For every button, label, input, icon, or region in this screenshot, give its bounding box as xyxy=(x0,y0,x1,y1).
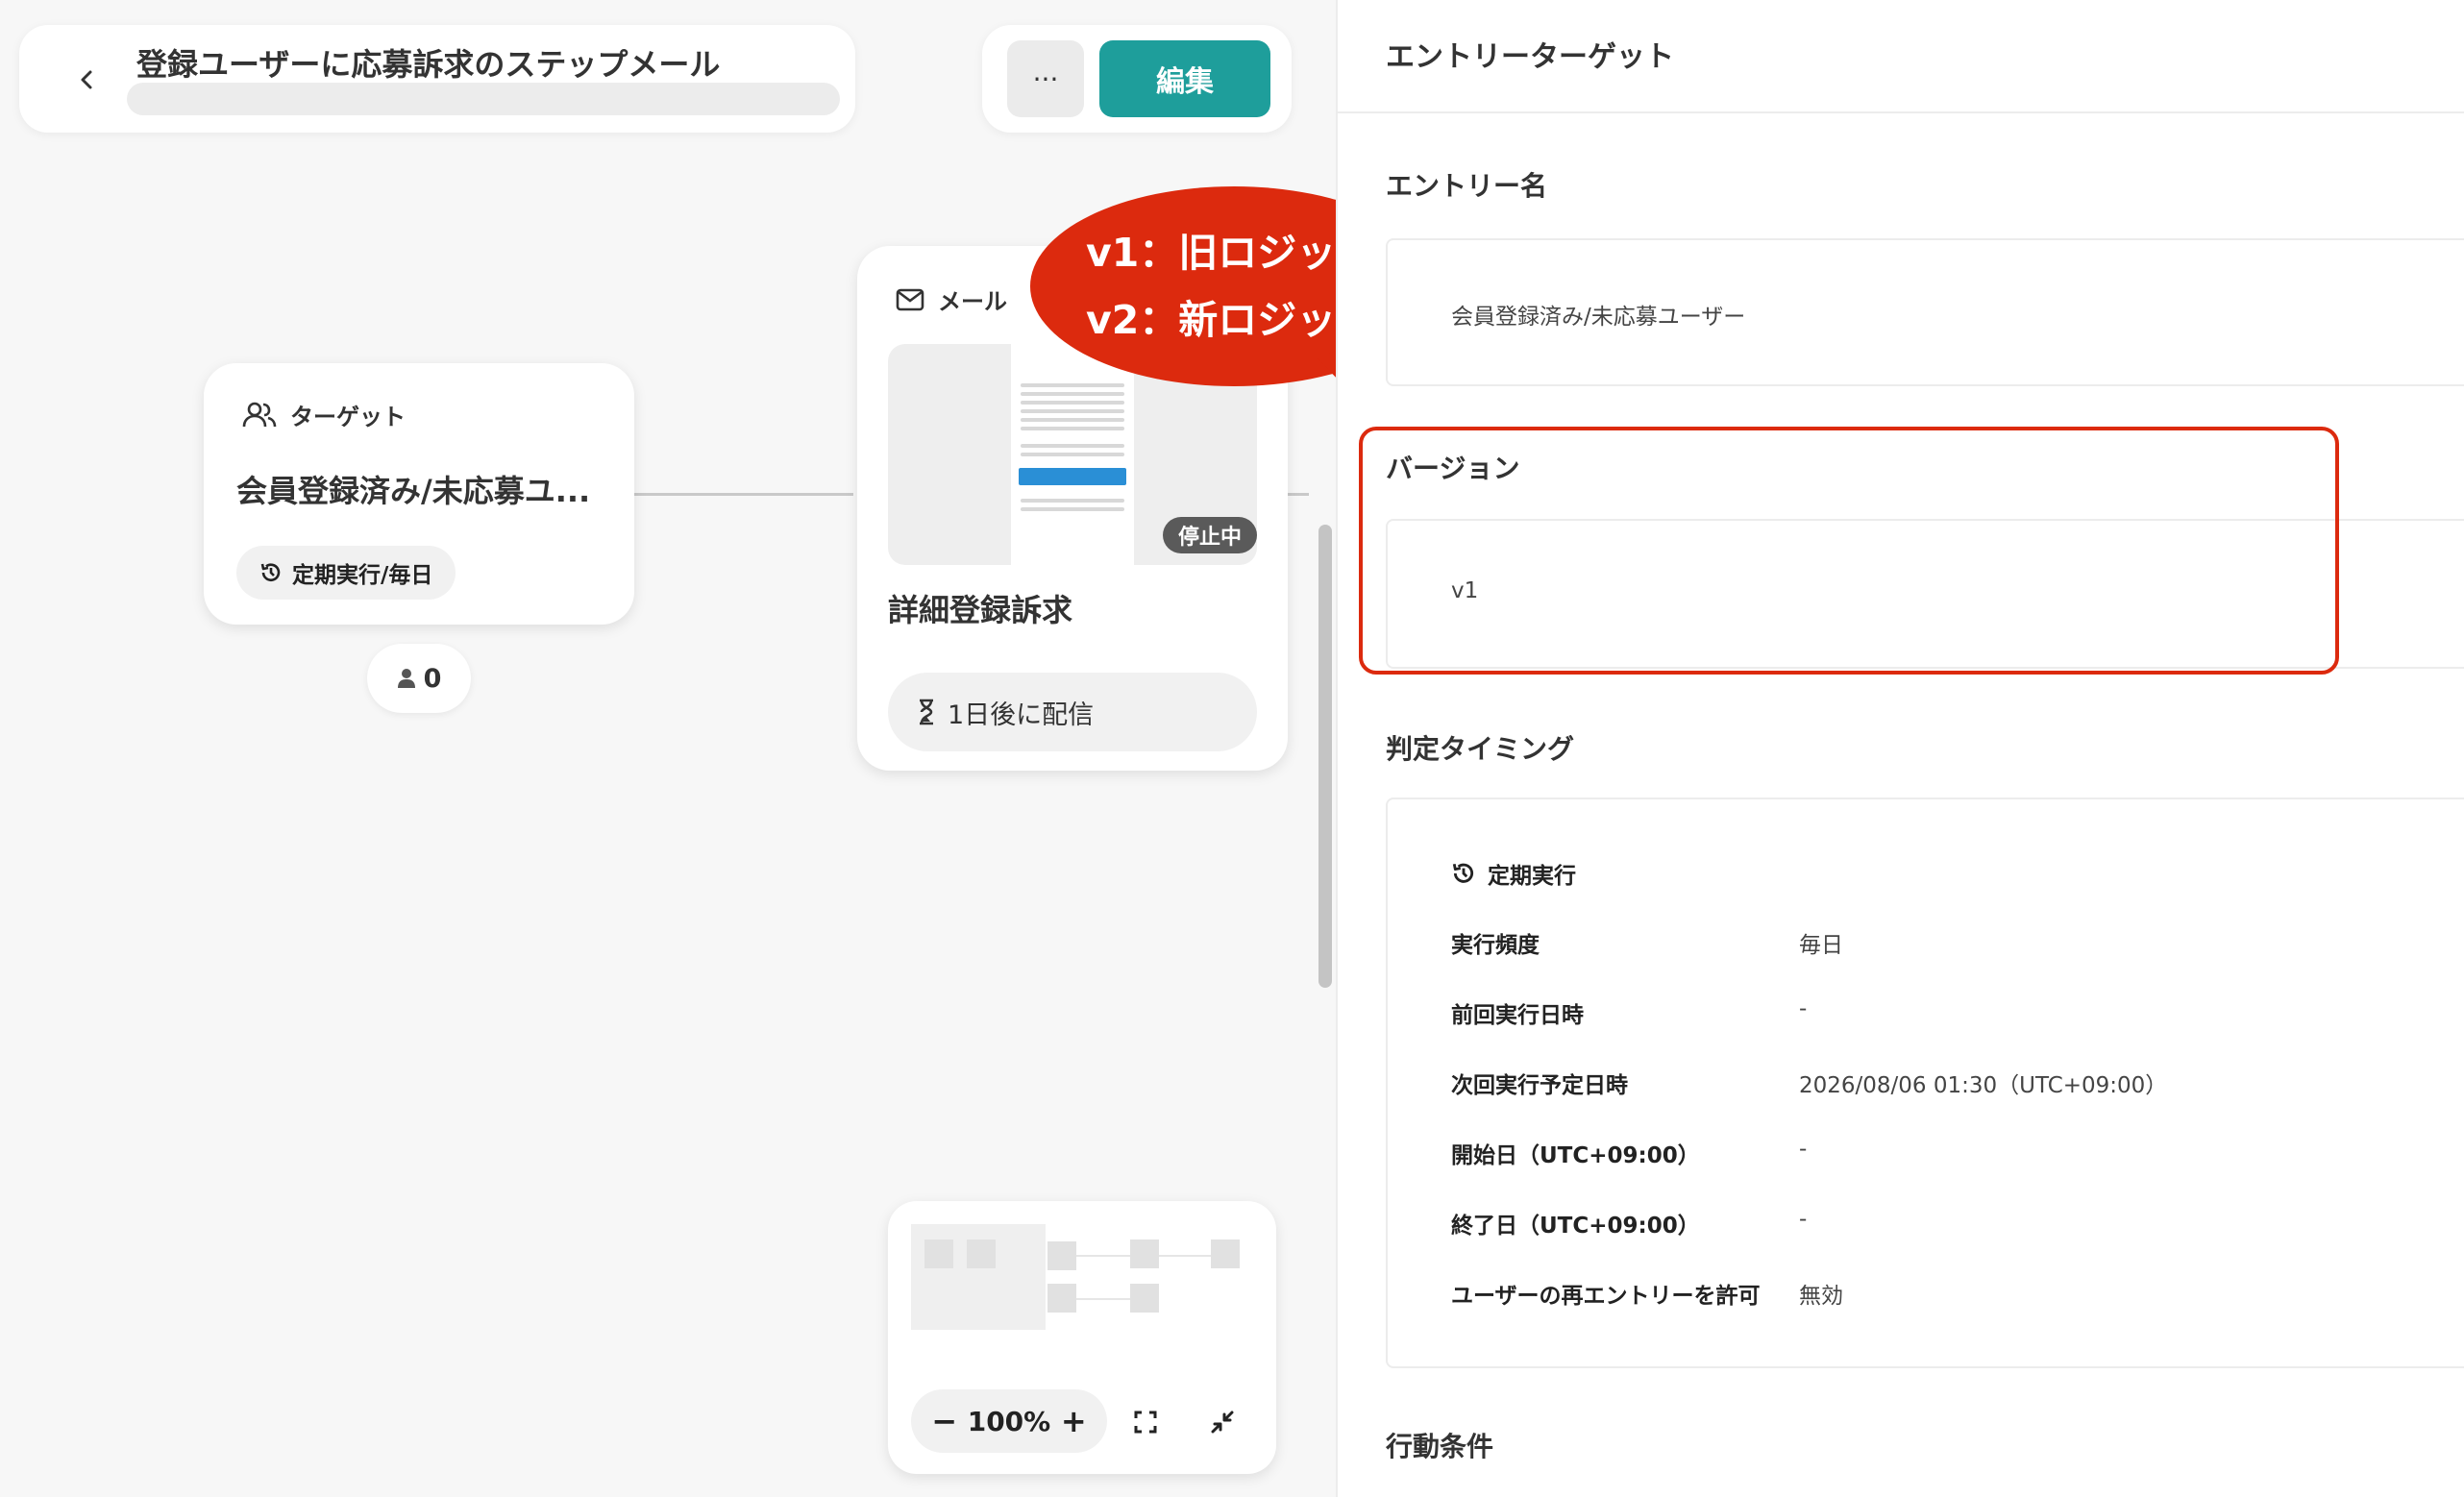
user-count: 0 xyxy=(423,663,442,694)
entry-target-panel: エントリーターゲット エントリー名 会員登録済み/未応募ユーザー バージョン v… xyxy=(1336,0,2464,1497)
target-node-header: ターゲット xyxy=(242,398,406,431)
timing-type-label: 定期実行 xyxy=(1488,864,1576,889)
delivery-delay-chip: 1日後に配信 xyxy=(888,673,1257,751)
delivery-delay-label: 1日後に配信 xyxy=(948,699,1095,730)
timing-row-key: 開始日（UTC+09:00） xyxy=(1451,1143,1700,1168)
timing-row-value: - xyxy=(1799,1207,1808,1232)
collapse-icon xyxy=(1211,1411,1234,1434)
timing-row: ユーザーの再エントリーを許可 無効 xyxy=(1451,1277,2412,1315)
timing-field: 定期実行 実行頻度 毎日 前回実行日時 - 次回実行予定日時 2026/08/0… xyxy=(1386,798,2464,1368)
timing-row-key: 次回実行予定日時 xyxy=(1451,1073,1628,1098)
person-icon xyxy=(397,669,415,688)
hourglass-icon xyxy=(920,699,933,725)
timing-row-value: 毎日 xyxy=(1799,933,1843,958)
timing-row-value: - xyxy=(1799,1137,1808,1162)
users-icon xyxy=(242,402,277,427)
minimap-node xyxy=(1047,1241,1076,1270)
minimap-node xyxy=(1047,1284,1076,1313)
zoom-out-button[interactable]: − xyxy=(931,1403,957,1439)
flow-header: 登録ユーザーに応募訴求のステップメール xyxy=(19,25,855,133)
timing-row-value: 無効 xyxy=(1799,1284,1843,1309)
zoom-level: 100% xyxy=(967,1405,1051,1437)
timing-row-key: 実行頻度 xyxy=(1451,933,1540,958)
timing-row-key: ユーザーの再エントリーを許可 xyxy=(1451,1284,1761,1309)
target-node-name: 会員登録済み/未応募ユ... xyxy=(236,473,591,509)
annotation-callout: v1：旧ロジック v2：新ロジック xyxy=(1028,184,1336,411)
timing-row: 開始日（UTC+09:00） - xyxy=(1451,1137,2412,1175)
timing-type: 定期実行 xyxy=(1451,857,1576,890)
zoom-in-button[interactable]: + xyxy=(1061,1403,1087,1439)
panel-title: エントリーターゲット xyxy=(1386,40,1674,74)
collapse-minimap-button[interactable] xyxy=(1205,1405,1240,1439)
target-node-type: ターゲット xyxy=(290,404,406,430)
fit-view-button[interactable] xyxy=(1128,1405,1163,1439)
chevron-left-icon xyxy=(81,70,92,89)
more-options-button[interactable]: ··· xyxy=(1007,40,1084,117)
behavior-condition-label: 行動条件 xyxy=(1386,1431,1494,1462)
flow-canvas[interactable]: 登録ユーザーに応募訴求のステップメール ··· 編集 ターゲット 会員登録済み/… xyxy=(0,0,1336,1497)
timing-row-key: 終了日（UTC+09:00） xyxy=(1451,1214,1700,1239)
user-count-badge: 0 xyxy=(367,644,471,713)
email-thumbnail-cta xyxy=(1019,468,1126,485)
node-connector-out xyxy=(1288,493,1309,496)
expand-icon xyxy=(1134,1411,1157,1434)
mail-node-type: メール xyxy=(938,288,1007,315)
zoom-control: − 100% + xyxy=(911,1389,1107,1453)
flow-title: 登録ユーザーに応募訴求のステップメール xyxy=(136,46,721,83)
timing-row: 前回実行日時 - xyxy=(1451,996,2412,1035)
minimap-node xyxy=(1211,1239,1240,1268)
header-actions: ··· 編集 xyxy=(982,25,1292,133)
entry-name-value: 会員登録済み/未応募ユーザー xyxy=(1451,305,1746,330)
timing-row: 実行頻度 毎日 xyxy=(1451,926,2412,965)
flow-description-placeholder xyxy=(127,83,840,115)
canvas-scrollbar[interactable] xyxy=(1318,525,1332,988)
timing-row: 次回実行予定日時 2026/08/06 01:30（UTC+09:00） xyxy=(1451,1067,2412,1105)
minimap-panel: − 100% + xyxy=(888,1201,1276,1474)
history-icon xyxy=(1452,863,1474,883)
timing-row-value: - xyxy=(1799,996,1808,1021)
mail-node-name: 詳細登録訴求 xyxy=(888,592,1073,628)
entry-name-label: エントリー名 xyxy=(1386,170,1548,202)
minimap-connector xyxy=(1076,1255,1130,1257)
minimap-node xyxy=(1130,1284,1159,1313)
minimap-connector xyxy=(1076,1298,1130,1300)
minimap-connector xyxy=(1159,1255,1211,1257)
entry-name-field: 会員登録済み/未応募ユーザー xyxy=(1386,238,2464,386)
version-highlight-box xyxy=(1359,427,2339,675)
minimap-node xyxy=(967,1239,996,1268)
back-button[interactable] xyxy=(65,58,110,102)
edit-button[interactable]: 編集 xyxy=(1099,40,1270,117)
minimap-node xyxy=(924,1239,953,1268)
mail-icon xyxy=(896,288,924,310)
status-badge: 停止中 xyxy=(1163,517,1257,553)
mail-node-header: メール xyxy=(896,282,1007,316)
schedule-chip-label: 定期実行/毎日 xyxy=(292,563,433,588)
callout-text: v1：旧ロジック v2：新ロジック xyxy=(1086,219,1336,354)
callout-line-1: v1：旧ロジック xyxy=(1086,230,1336,276)
history-icon xyxy=(260,563,281,581)
timing-row-key: 前回実行日時 xyxy=(1451,1003,1584,1028)
target-node[interactable]: ターゲット 会員登録済み/未応募ユ... 定期実行/毎日 xyxy=(204,363,634,625)
node-connector xyxy=(634,493,853,496)
callout-line-2: v2：新ロジック xyxy=(1086,297,1336,343)
schedule-chip: 定期実行/毎日 xyxy=(236,546,456,600)
timing-row: 終了日（UTC+09:00） - xyxy=(1451,1207,2412,1245)
timing-label: 判定タイミング xyxy=(1386,733,1575,765)
panel-divider xyxy=(1338,111,2464,113)
timing-row-value: 2026/08/06 01:30（UTC+09:00） xyxy=(1799,1073,2168,1098)
minimap-node xyxy=(1130,1239,1159,1268)
